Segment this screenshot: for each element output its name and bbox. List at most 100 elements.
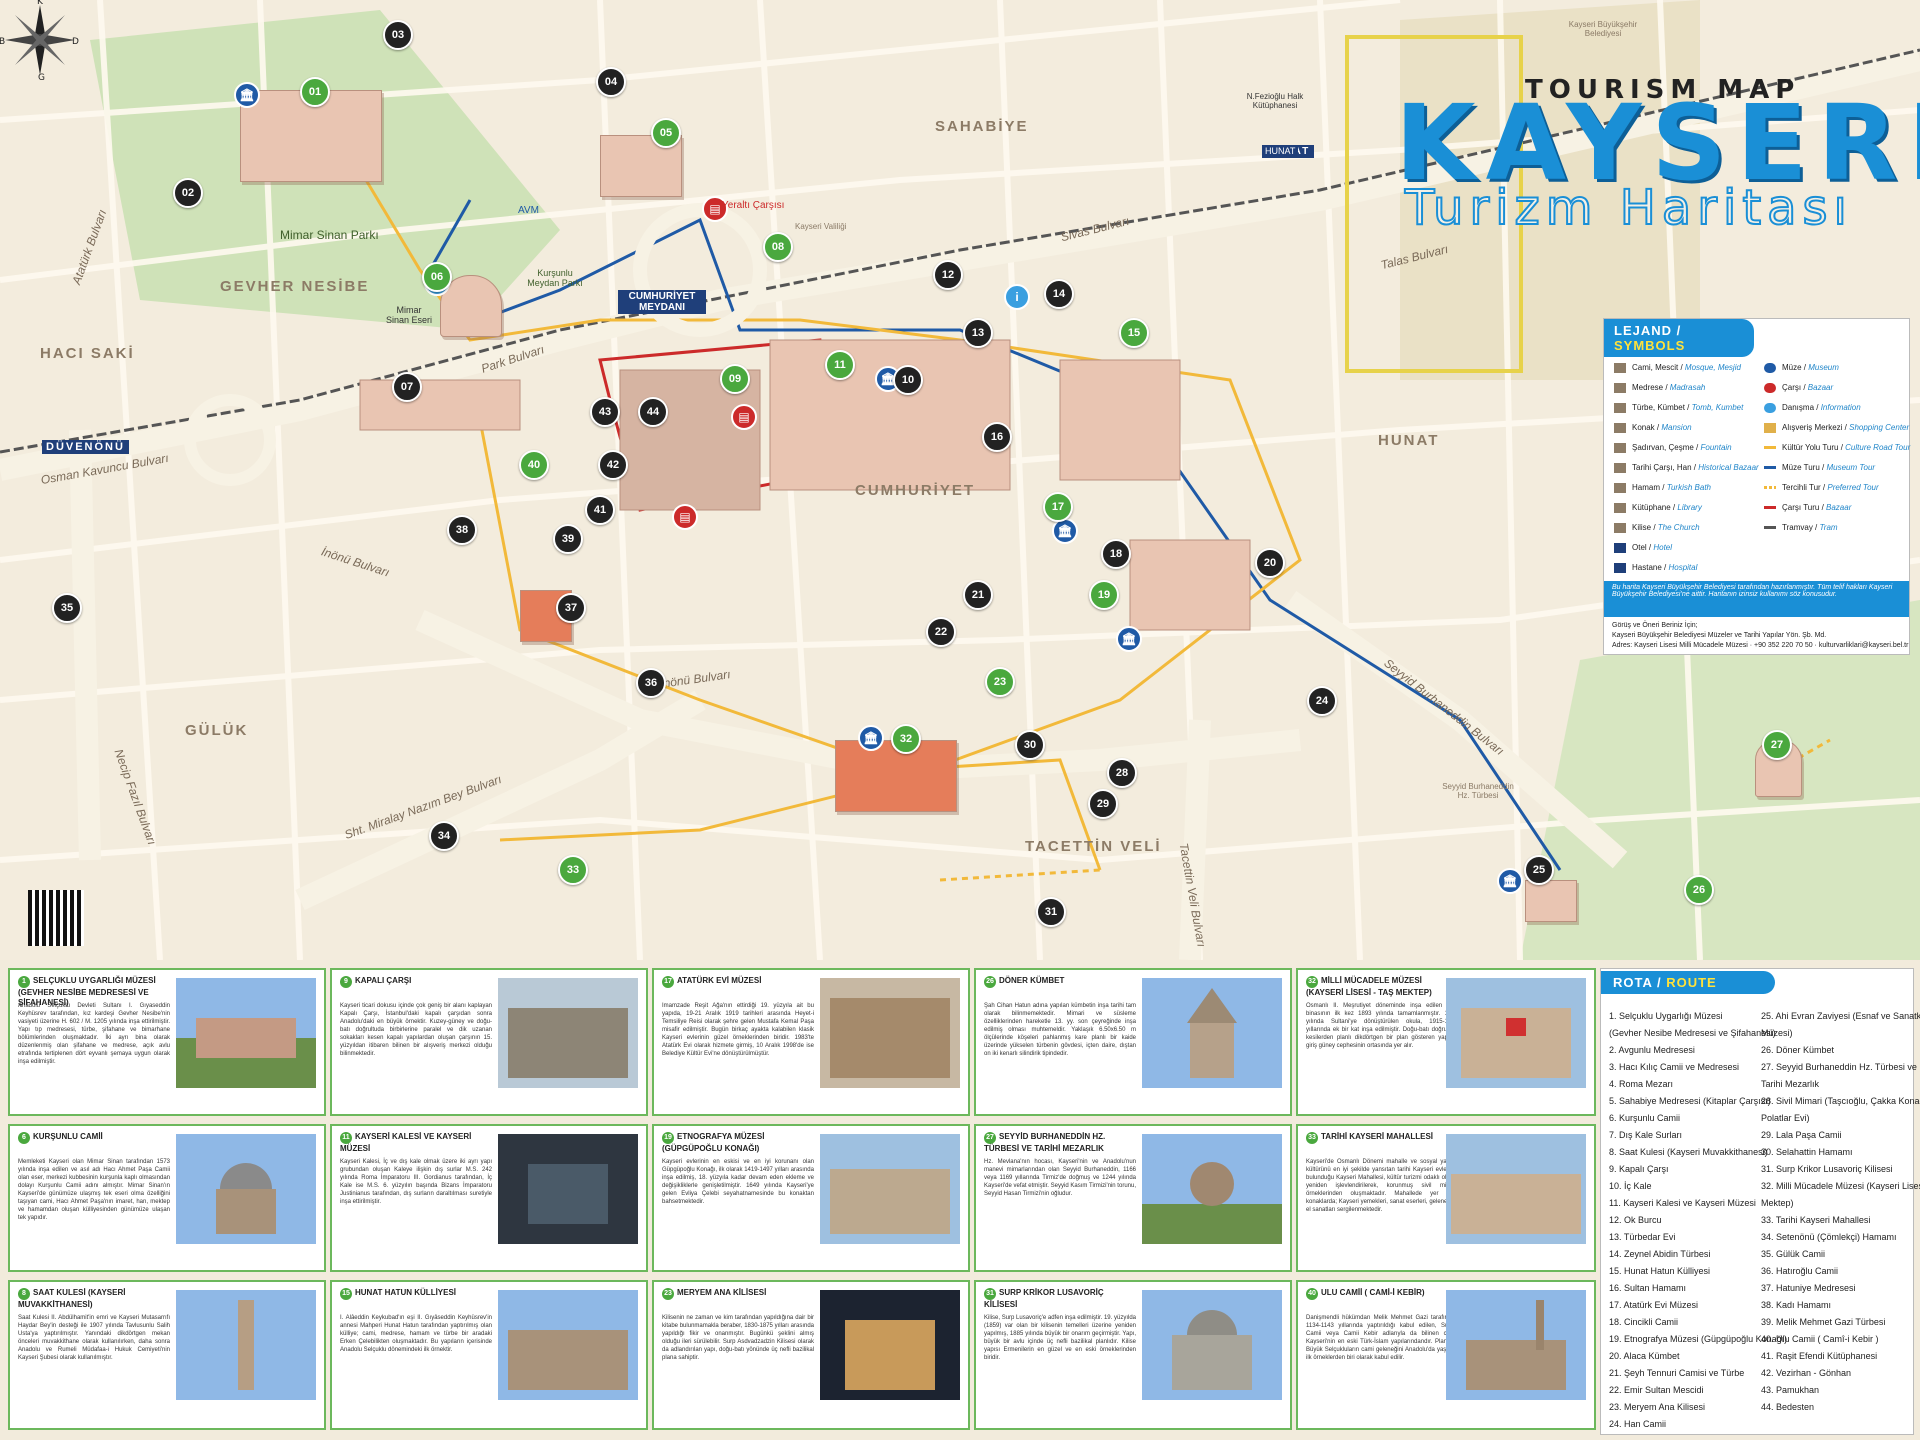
info-panel: 27 SEYYİD BURHANEDDİN HZ. TÜRBESİ VE TARİ… (974, 1124, 1292, 1272)
place-label: N.Fezioğlu Halk Kütüphanesi (1246, 92, 1304, 110)
photo-seyyid-burhaneddin (1142, 1134, 1282, 1244)
tourism-map[interactable]: 🏛 🏛 🏛 🏛 🏛 🏛 ▤ ▤ ▤ i i SAHABİYE GEVHER NE… (0, 0, 1920, 960)
route-item: 11. Kayseri Kalesi ve Kayseri Müzesi (1609, 1198, 1756, 1208)
museum-icon[interactable]: 🏛 (1116, 626, 1142, 652)
legend-credit: Bu harita Kayseri Büyükşehir Belediyesi … (1604, 581, 1909, 617)
route-item: 41. Raşit Efendi Kütüphanesi (1761, 1351, 1878, 1361)
map-pin[interactable]: 20 (1255, 548, 1285, 578)
map-pin[interactable]: 25 (1524, 855, 1554, 885)
photo-etnografya (820, 1134, 960, 1244)
map-pin[interactable]: 14 (1044, 279, 1074, 309)
place-label: HUNAT (1262, 145, 1299, 157)
map-pin[interactable]: 32 (891, 724, 921, 754)
info-panel: 15 HUNAT HATUN KÜLLİYESİ I. Alâeddin Keyk… (330, 1280, 648, 1430)
map-pin[interactable]: 15 (1119, 318, 1149, 348)
map-pin[interactable]: 18 (1101, 539, 1131, 569)
building-seyyid-burhaneddin[interactable] (1525, 880, 1577, 922)
bazaar-icon[interactable]: ▤ (672, 504, 698, 530)
route-item: 36. Hatıroğlu Camii (1761, 1266, 1839, 1276)
legend-item: Tramvay / Tram (1764, 523, 1838, 532)
district-label: SAHABİYE (935, 118, 1029, 135)
legend-item: Müze / Museum (1764, 363, 1839, 373)
map-pin[interactable]: 37 (556, 593, 586, 623)
route-item: 16. Sultan Hamamı (1609, 1283, 1687, 1293)
route-item: 42. Vezirhan - Gönhan (1761, 1368, 1852, 1378)
map-pin[interactable]: 16 (982, 422, 1012, 452)
map-pin[interactable]: 34 (429, 821, 459, 851)
information-icon[interactable]: i (1004, 284, 1030, 310)
museum-icon[interactable]: 🏛 (1497, 868, 1523, 894)
legend-item: Çarşı / Bazaar (1764, 383, 1833, 393)
place-label: AVM (518, 205, 539, 216)
qr-code[interactable] (28, 890, 84, 946)
map-pin[interactable]: 05 (651, 118, 681, 148)
map-pin[interactable]: 06 (422, 262, 452, 292)
legend-header: LEJAND / SYMBOLS (1604, 319, 1754, 357)
map-pin[interactable]: 41 (585, 495, 615, 525)
map-pin[interactable]: 39 (553, 524, 583, 554)
map-pin[interactable]: 40 (519, 450, 549, 480)
museum-icon[interactable]: 🏛 (858, 725, 884, 751)
map-pin[interactable]: 19 (1089, 580, 1119, 610)
legend-item: Müze Turu / Museum Tour (1764, 463, 1875, 472)
map-pin[interactable]: 27 (1762, 730, 1792, 760)
route-item: Polatlar Evi) (1761, 1113, 1810, 1123)
route-item: 7. Dış Kale Surları (1609, 1130, 1683, 1140)
info-panel: 33 TARİHİ KAYSERİ MAHALLESİ Kayseri'de Os… (1296, 1124, 1596, 1272)
photo-milli-mucadele (1446, 978, 1586, 1088)
bazaar-icon[interactable]: ▤ (731, 404, 757, 430)
map-pin[interactable]: 42 (598, 450, 628, 480)
legend-item: Kilise / The Church (1614, 523, 1700, 533)
legend-item: Alışveriş Merkezi / Shopping Center (1764, 423, 1909, 433)
map-pin[interactable]: 13 (963, 318, 993, 348)
map-pin[interactable]: 04 (596, 67, 626, 97)
map-pin[interactable]: 02 (173, 178, 203, 208)
map-pin[interactable]: 29 (1088, 789, 1118, 819)
map-pin[interactable]: 38 (447, 515, 477, 545)
info-panel: 1 SELÇUKLU UYGARLIĞI MÜZESİ (GEVHER NESİB… (8, 968, 326, 1116)
route-item: 18. Cincikli Camii (1609, 1317, 1679, 1327)
info-panel: 8 SAAT KULESİ (KAYSERİ MUVAKKİTHANESİ) Sa… (8, 1280, 326, 1430)
museum-icon[interactable]: 🏛 (234, 82, 260, 108)
route-item: 32. Milli Mücadele Müzesi (Kayseri Lises… (1761, 1181, 1920, 1191)
map-pin[interactable]: 30 (1015, 730, 1045, 760)
map-pin[interactable]: 43 (590, 397, 620, 427)
map-pin[interactable]: 11 (825, 350, 855, 380)
svg-text:K: K (37, 0, 44, 7)
info-panel: 32 MİLLİ MÜCADELE MÜZESİ (KAYSERİ LİSESİ … (1296, 968, 1596, 1116)
map-pin[interactable]: 35 (52, 593, 82, 623)
map-pin[interactable]: 09 (720, 364, 750, 394)
map-pin[interactable]: 03 (383, 20, 413, 50)
route-item: 44. Bedesten (1761, 1402, 1815, 1412)
info-panel: 31 SURP KRİKOR LUSAVORİÇ KİLİSESİ Kilise,… (974, 1280, 1292, 1430)
map-pin[interactable]: 24 (1307, 686, 1337, 716)
map-pin[interactable]: 23 (985, 667, 1015, 697)
map-pin[interactable]: 28 (1107, 758, 1137, 788)
route-item: 6. Kurşunlu Camii (1609, 1113, 1681, 1123)
map-pin[interactable]: 07 (392, 372, 422, 402)
map-pin[interactable]: 21 (963, 580, 993, 610)
map-pin[interactable]: 10 (893, 365, 923, 395)
map-pin[interactable]: 08 (763, 232, 793, 262)
map-pin[interactable]: 01 (300, 77, 330, 107)
place-label: Mimar Sinan Eseri (385, 305, 433, 325)
legend-item: Tarihi Çarşı, Han / Historical Bazaar (1614, 463, 1759, 473)
route-item: 5. Sahabiye Medresesi (Kitaplar Çarşısı) (1609, 1096, 1771, 1106)
route-item: 26. Döner Kümbet (1761, 1045, 1835, 1055)
map-pin[interactable]: 44 (638, 397, 668, 427)
legend-item: Otel / Hotel (1614, 543, 1672, 553)
map-pin[interactable]: 31 (1036, 897, 1066, 927)
legend-item: Tercihli Tur / Preferred Tour (1764, 483, 1879, 492)
map-pin[interactable]: 33 (558, 855, 588, 885)
route-item: 25. Ahi Evran Zaviyesi (Esnaf ve Sanatka… (1761, 1011, 1920, 1021)
info-panel: 19 ETNOGRAFYA MÜZESİ (GÜPGÜPOĞLU KONAĞI) … (652, 1124, 970, 1272)
district-label: CUMHURİYET (855, 482, 975, 499)
map-pin[interactable]: 22 (926, 617, 956, 647)
map-pin[interactable]: 12 (933, 260, 963, 290)
map-pin[interactable]: 17 (1043, 492, 1073, 522)
legend-panel: LEJAND / SYMBOLS Cami, Mescit / Mosque, … (1603, 318, 1910, 655)
map-pin[interactable]: 36 (636, 668, 666, 698)
district-label: TACETTİN VELİ (1025, 838, 1162, 855)
route-header: ROTA / ROUTE (1601, 971, 1775, 994)
map-pin[interactable]: 26 (1684, 875, 1714, 905)
